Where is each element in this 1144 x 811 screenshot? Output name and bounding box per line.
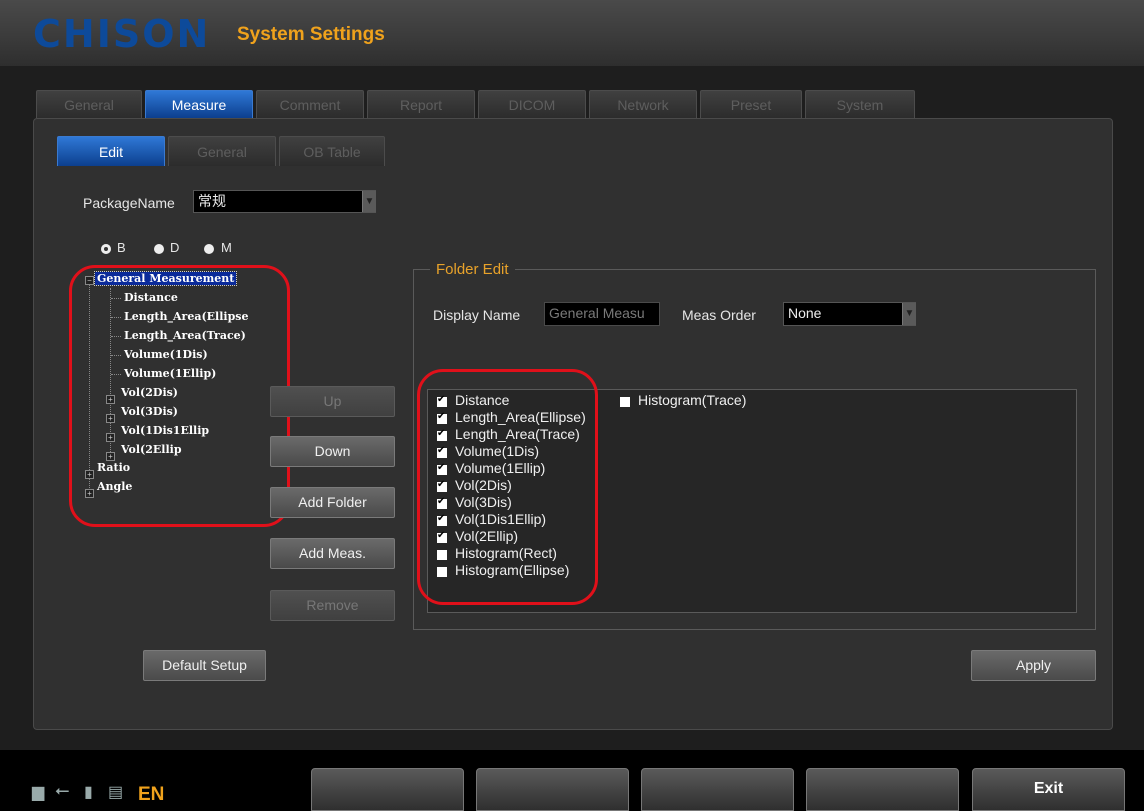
radio-mode-b-label: B <box>117 240 126 255</box>
tab-network[interactable]: Network <box>589 90 697 118</box>
subtab-general[interactable]: General <box>168 136 276 166</box>
package-name-label: PackageName <box>83 195 175 211</box>
tab-preset[interactable]: Preset <box>700 90 802 118</box>
highlight-annotation <box>69 265 290 527</box>
remove-button[interactable]: Remove <box>270 590 395 621</box>
checkbox[interactable] <box>620 397 630 407</box>
package-name-select[interactable]: 常规 <box>193 190 376 213</box>
checkbox-label: Histogram(Trace) <box>638 392 747 408</box>
printer-icon: ▤ <box>108 784 124 801</box>
tab-general[interactable]: General <box>36 90 142 118</box>
soft-key-1[interactable] <box>311 768 464 811</box>
folder-edit-title: Folder Edit <box>430 261 515 278</box>
display-name-value: General Measu <box>549 305 645 321</box>
network-icon: ▆ <box>32 784 45 801</box>
tab-system[interactable]: System <box>805 90 915 118</box>
title-bar: CHISON System Settings <box>0 0 1144 66</box>
usb-icon: ⭠ <box>55 780 70 800</box>
tab-report[interactable]: Report <box>367 90 475 118</box>
radio-mode-b[interactable] <box>101 244 111 254</box>
down-button[interactable]: Down <box>270 436 395 467</box>
highlight-annotation <box>417 369 598 605</box>
add-folder-button[interactable]: Add Folder <box>270 487 395 518</box>
subtab-ob-table[interactable]: OB Table <box>279 136 385 166</box>
add-meas-button[interactable]: Add Meas. <box>270 538 395 569</box>
radio-mode-d-label: D <box>170 240 180 255</box>
package-name-value: 常规 <box>198 193 226 209</box>
meas-order-label: Meas Order <box>682 307 756 323</box>
soft-key-3[interactable] <box>641 768 794 811</box>
chevron-down-icon[interactable]: ▼ <box>362 191 376 212</box>
apply-button[interactable]: Apply <box>971 650 1096 681</box>
display-name-input[interactable]: General Measu <box>544 302 660 326</box>
meas-order-value: None <box>788 305 822 321</box>
chison-logo: CHISON <box>33 12 211 56</box>
language-indicator: EN <box>138 784 165 805</box>
soft-key-4[interactable] <box>806 768 959 811</box>
display-name-label: Display Name <box>433 307 521 323</box>
radio-mode-m[interactable] <box>204 244 214 254</box>
radio-mode-m-label: M <box>221 240 232 255</box>
tab-dicom[interactable]: DICOM <box>478 90 586 118</box>
chevron-down-icon[interactable]: ▼ <box>902 303 916 325</box>
tab-measure[interactable]: Measure <box>145 90 253 118</box>
default-setup-button[interactable]: Default Setup <box>143 650 266 681</box>
exit-button[interactable]: Exit <box>972 768 1125 811</box>
storage-icon: ▮ <box>84 784 93 801</box>
window-title: System Settings <box>237 24 385 45</box>
soft-key-2[interactable] <box>476 768 629 811</box>
tab-comment[interactable]: Comment <box>256 90 364 118</box>
up-button[interactable]: Up <box>270 386 395 417</box>
meas-order-select[interactable]: None <box>783 302 916 326</box>
radio-mode-d[interactable] <box>154 244 164 254</box>
subtab-edit[interactable]: Edit <box>57 136 165 166</box>
